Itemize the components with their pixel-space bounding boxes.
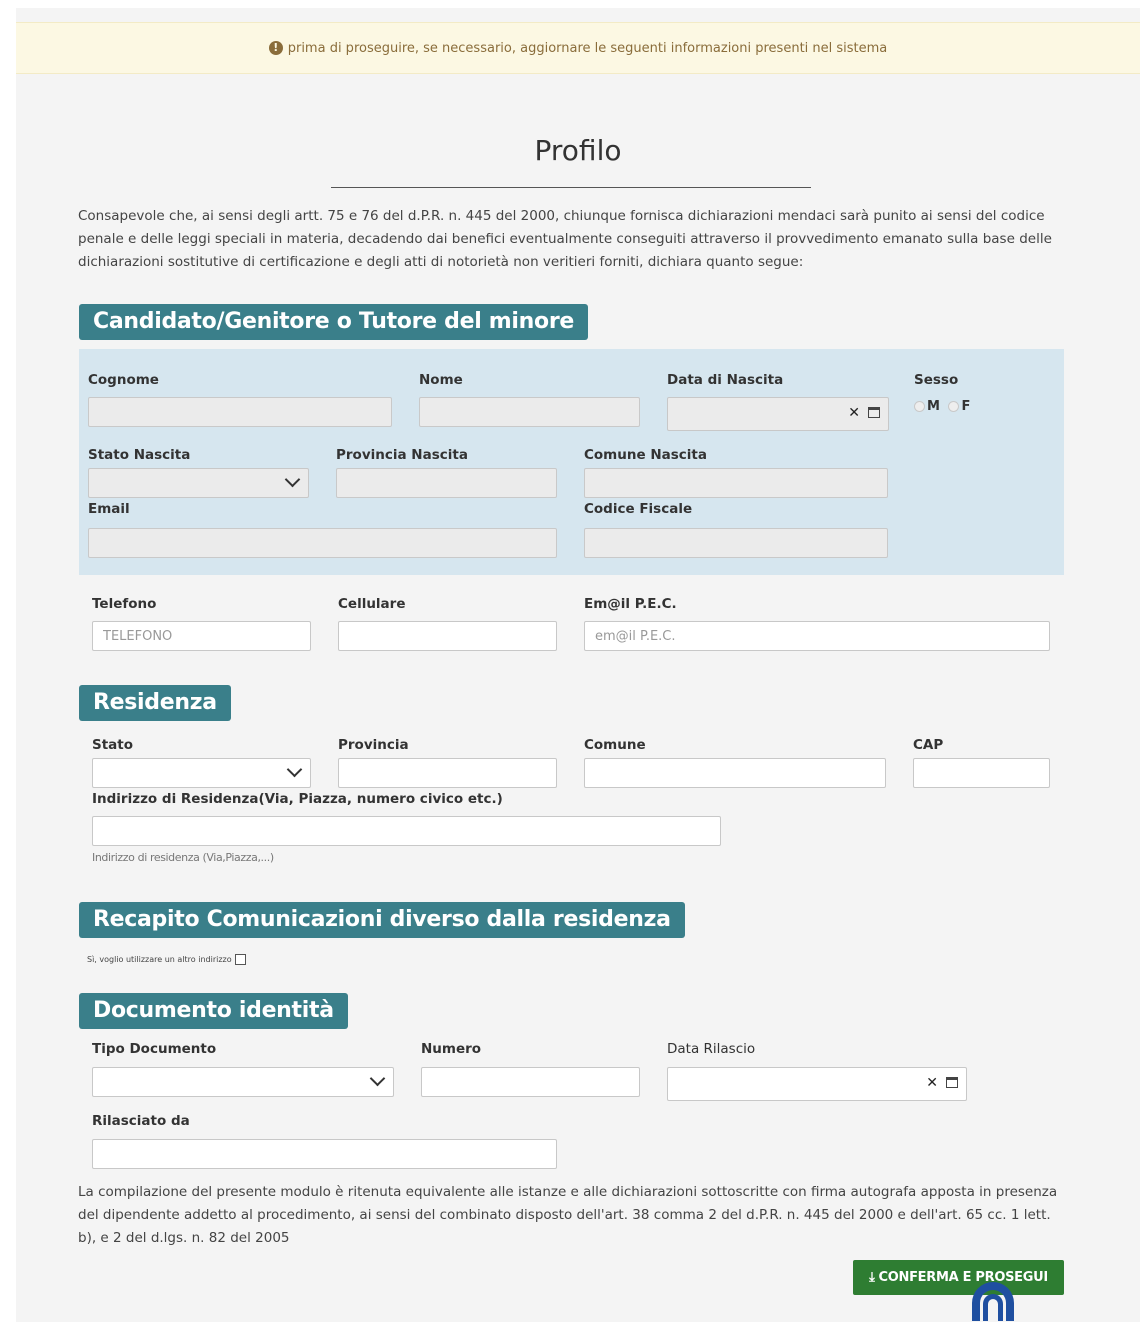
altro-indirizzo-row: Sì, voglio utilizzare un altro indirizzo (87, 954, 246, 965)
page-title: Profilo (534, 134, 622, 167)
email-label: Email (88, 501, 130, 517)
pec-label: Em@il P.E.C. (584, 596, 677, 612)
numero-input[interactable] (421, 1067, 640, 1097)
sesso-radio-group: M F (914, 399, 970, 414)
page: ! prima di proseguire, se necessario, ag… (16, 8, 1140, 1322)
section-recapito-heading: Recapito Comunicazioni diverso dalla res… (79, 902, 685, 938)
confirm-label: CONFERMA E PROSEGUI (878, 1270, 1049, 1285)
altro-indirizzo-label: Sì, voglio utilizzare un altro indirizzo (87, 955, 232, 964)
alert-banner: ! prima di proseguire, se necessario, ag… (16, 22, 1140, 74)
download-icon: ⤓ (869, 1270, 875, 1285)
cap-input[interactable] (913, 758, 1050, 788)
altro-indirizzo-checkbox[interactable] (234, 954, 246, 965)
stato-label: Stato (92, 737, 134, 753)
comune-label: Comune (584, 737, 646, 753)
cognome-input[interactable] (88, 397, 392, 427)
tipo-documento-select[interactable] (92, 1067, 394, 1097)
cognome-label: Cognome (88, 372, 159, 388)
sesso-m-label: M (927, 399, 940, 414)
footer-text: La compilazione del presente modulo è ri… (78, 1184, 1058, 1246)
close-icon[interactable]: ✕ (848, 405, 860, 421)
data-rilascio-label: Data Rilascio (667, 1041, 756, 1057)
data-rilascio-input[interactable]: ✕ (667, 1067, 967, 1101)
provincia-label: Provincia (338, 737, 409, 753)
exclamation-circle-icon: ! (268, 41, 283, 55)
rilasciato-da-input[interactable] (92, 1139, 557, 1169)
sesso-m-radio[interactable] (914, 401, 925, 412)
sesso-f-radio[interactable] (948, 401, 960, 412)
numero-label: Numero (421, 1041, 482, 1057)
intro-text: Consapevole che, ai sensi degli artt. 75… (78, 208, 1052, 270)
indirizzo-label: Indirizzo di Residenza(Via, Piazza, nume… (92, 791, 503, 807)
data-nascita-input[interactable]: ✕ (667, 397, 889, 431)
codice-fiscale-input[interactable] (584, 528, 888, 558)
stato-select[interactable] (92, 758, 311, 788)
email-input[interactable] (88, 528, 557, 558)
provincia-nascita-label: Provincia Nascita (336, 447, 468, 463)
pec-input[interactable] (584, 621, 1050, 651)
calendar-icon[interactable] (868, 407, 880, 418)
cellulare-label: Cellulare (338, 596, 406, 612)
section-residenza-heading: Residenza (79, 685, 231, 721)
indirizzo-hint: Indirizzo di residenza (Via,Piazza,...) (92, 851, 274, 864)
tipo-documento-label: Tipo Documento (92, 1041, 217, 1057)
sesso-label: Sesso (914, 372, 959, 388)
data-nascita-label: Data di Nascita (667, 372, 784, 388)
chevron-down-icon (369, 1070, 386, 1087)
comune-input[interactable] (584, 758, 886, 788)
chevron-down-icon (284, 471, 301, 488)
codice-fiscale-label: Codice Fiscale (584, 501, 693, 517)
telefono-label: Telefono (92, 596, 157, 612)
chevron-down-icon (286, 761, 303, 778)
accessibility-logo-icon[interactable] (966, 1281, 1020, 1321)
nome-label: Nome (419, 372, 463, 388)
cellulare-input[interactable] (338, 621, 557, 651)
stato-nascita-label: Stato Nascita (88, 447, 191, 463)
section-candidato-heading: Candidato/Genitore o Tutore del minore (79, 304, 589, 340)
provincia-nascita-input[interactable] (336, 468, 557, 498)
comune-nascita-label: Comune Nascita (584, 447, 707, 463)
comune-nascita-input[interactable] (584, 468, 888, 498)
provincia-input[interactable] (338, 758, 557, 788)
nome-input[interactable] (419, 397, 640, 427)
stato-nascita-select[interactable] (88, 468, 309, 498)
telefono-input[interactable] (92, 621, 311, 651)
calendar-icon[interactable] (946, 1077, 958, 1088)
confirm-button[interactable]: ⤓ CONFERMA E PROSEGUI (853, 1260, 1064, 1295)
title-divider (331, 187, 811, 188)
rilasciato-da-label: Rilasciato da (92, 1113, 190, 1129)
cap-label: CAP (913, 737, 944, 753)
sesso-f-label: F (961, 399, 971, 414)
close-icon[interactable]: ✕ (926, 1075, 938, 1091)
section-documento-heading: Documento identità (79, 993, 348, 1029)
indirizzo-input[interactable] (92, 816, 721, 846)
alert-text: prima di proseguire, se necessario, aggi… (287, 40, 888, 56)
